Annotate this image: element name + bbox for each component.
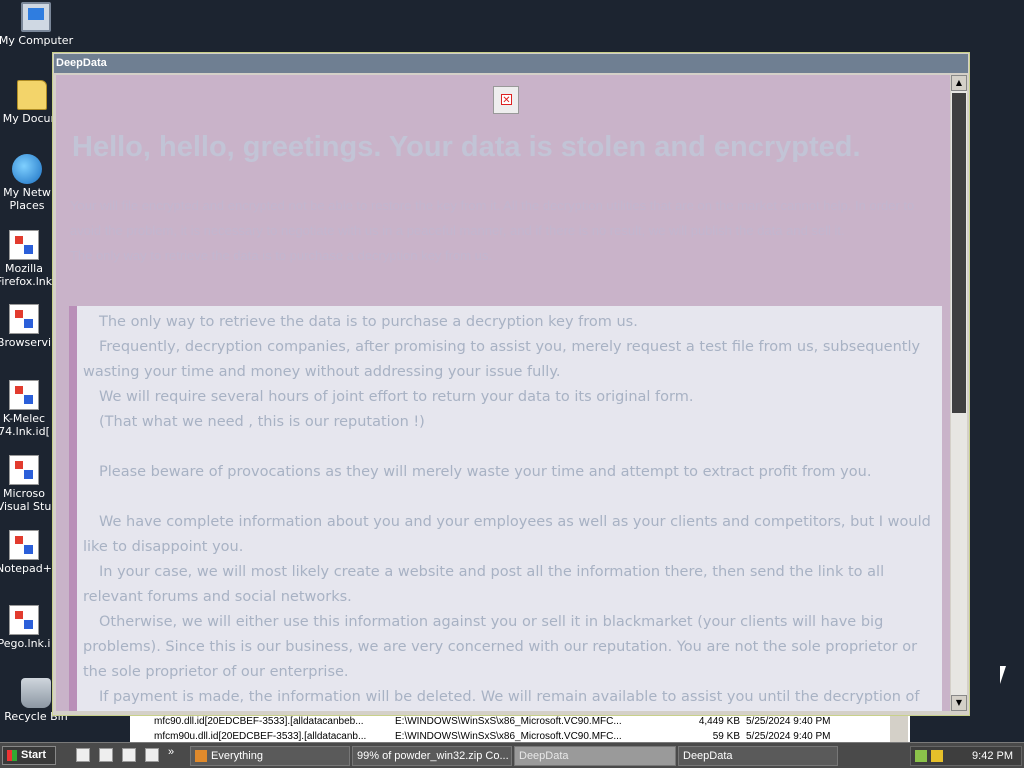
intro-paragraph: The only way to retrieve the data is to … <box>70 248 492 263</box>
desktop-icon-pego[interactable]: Pego.lnk.i <box>0 605 58 650</box>
task-label: 99% of powder_win32.zip Co... <box>357 750 509 762</box>
broken-image-icon: ✕ <box>493 86 519 114</box>
quicklaunch-icon[interactable] <box>99 748 113 762</box>
desktop-icon-label: K-Melec 74.lnk.id[ <box>0 412 50 438</box>
desktop-icon-label: Pego.lnk.i <box>0 637 51 650</box>
shortcut-icon <box>9 530 39 560</box>
quicklaunch-icon[interactable] <box>76 748 90 762</box>
scroll-up-button[interactable]: ▲ <box>951 75 967 91</box>
notice-paragraph: We will require several hours of joint e… <box>99 389 694 405</box>
network-globe-icon <box>12 154 42 184</box>
file-path: E:\WINDOWS\WinSxS\x86_Microsoft.VC90.MFC… <box>395 716 622 727</box>
desktop-icon-browservice[interactable]: Browservi <box>0 304 58 349</box>
ransom-intro: Your will file encrypted and encrypted n… <box>70 193 940 268</box>
taskbar-button-deepdata[interactable]: DeepData <box>678 746 838 766</box>
taskbar-button-everything[interactable]: Everything <box>190 746 350 766</box>
notice-paragraph: Please beware of provocations as they wi… <box>99 464 872 480</box>
window-title: DeepData <box>56 57 107 69</box>
folder-icon <box>17 80 47 110</box>
notice-paragraph: If payment is made, the information will… <box>99 689 920 705</box>
desktop-icon-label: Browservi <box>0 336 52 349</box>
shortcut-icon <box>9 230 39 260</box>
notice-paragraph: We have complete information about you a… <box>83 514 931 555</box>
recycle-bin-icon <box>21 678 51 708</box>
deepdata-window: DeepData ✕ Hello, hello, greetings. Your… <box>52 52 970 716</box>
desktop-icon-k-meleon[interactable]: K-Melec 74.lnk.id[ <box>0 380 58 438</box>
file-size: 4,449 KB <box>698 716 740 727</box>
tray-network-icon[interactable] <box>915 750 927 762</box>
shortcut-icon <box>9 605 39 635</box>
mouse-cursor <box>1000 666 1006 684</box>
file-row[interactable]: mfc90.dll.id[20EDCBEF-3533].[alldatacanb… <box>130 714 910 729</box>
ransom-headline: Hello, hello, greetings. Your data is st… <box>72 131 861 163</box>
notice-spacer <box>83 485 934 510</box>
start-button[interactable]: Start <box>2 746 56 765</box>
notice-paragraph: The only way to retrieve the data is to … <box>99 314 638 330</box>
window-titlebar[interactable]: DeepData <box>54 54 968 73</box>
computer-icon <box>21 2 51 32</box>
taskbar: Start » Everything 99% of powder_win32.z… <box>0 742 1024 768</box>
desktop-icon-label: My Computer <box>0 34 74 47</box>
desktop-icon-label: Mozilla Firefox.lnk <box>0 262 53 288</box>
shortcut-icon <box>9 380 39 410</box>
file-name: mfc90.dll.id[20EDCBEF-3533].[alldatacanb… <box>154 716 364 727</box>
notice-paragraph: (That what we need , this is our reputat… <box>99 414 425 430</box>
task-label: Everything <box>211 750 263 762</box>
desktop-icon-firefox[interactable]: Mozilla Firefox.lnk <box>0 230 58 288</box>
background-file-list: mfc90.dll.id[20EDCBEF-3533].[alldatacanb… <box>130 714 910 744</box>
task-label: DeepData <box>683 750 733 762</box>
tray-app-icon[interactable] <box>931 750 943 762</box>
shortcut-icon <box>9 455 39 485</box>
background-list-scrollbar[interactable] <box>890 714 908 744</box>
desktop-icon-visual-studio[interactable]: Microso Visual Stu <box>0 455 58 513</box>
intro-paragraph: Your will file encrypted and encrypted n… <box>70 198 915 238</box>
ransom-note-content: ✕ Hello, hello, greetings. Your data is … <box>56 75 950 711</box>
notice-paragraph: Frequently, decryption companies, after … <box>83 339 921 380</box>
file-date: 5/25/2024 9:40 PM <box>746 716 831 727</box>
clock[interactable]: 9:42 PM <box>972 747 1013 765</box>
quicklaunch-icon[interactable] <box>122 748 136 762</box>
shortcut-icon <box>9 304 39 334</box>
desktop-icon-my-computer[interactable]: My Computer <box>0 2 74 47</box>
notice-spacer <box>83 435 934 460</box>
task-label: DeepData <box>519 750 569 762</box>
scroll-thumb[interactable] <box>952 93 966 413</box>
notice-paragraph: In your case, we will most likely create… <box>83 564 885 605</box>
quicklaunch-more-chevron[interactable]: » <box>168 746 174 758</box>
system-tray: 9:42 PM <box>910 746 1022 766</box>
scroll-down-button[interactable]: ▼ <box>951 695 967 711</box>
taskbar-button-deepdata-active[interactable]: DeepData <box>514 746 676 766</box>
app-icon <box>195 750 207 763</box>
desktop-icon-notepad-plus[interactable]: Notepad+ <box>0 530 58 575</box>
desktop-icon-label: Microso Visual Stu <box>0 487 52 513</box>
desktop-icon-label: Notepad+ <box>0 562 52 575</box>
window-vertical-scrollbar[interactable]: ▲ ▼ <box>951 75 967 711</box>
quicklaunch-icon[interactable] <box>145 748 159 762</box>
taskbar-button-copy-progress[interactable]: 99% of powder_win32.zip Co... <box>352 746 512 766</box>
notice-paragraph: Otherwise, we will either use this infor… <box>83 614 918 680</box>
ransom-notice-box: The only way to retrieve the data is to … <box>69 306 942 711</box>
